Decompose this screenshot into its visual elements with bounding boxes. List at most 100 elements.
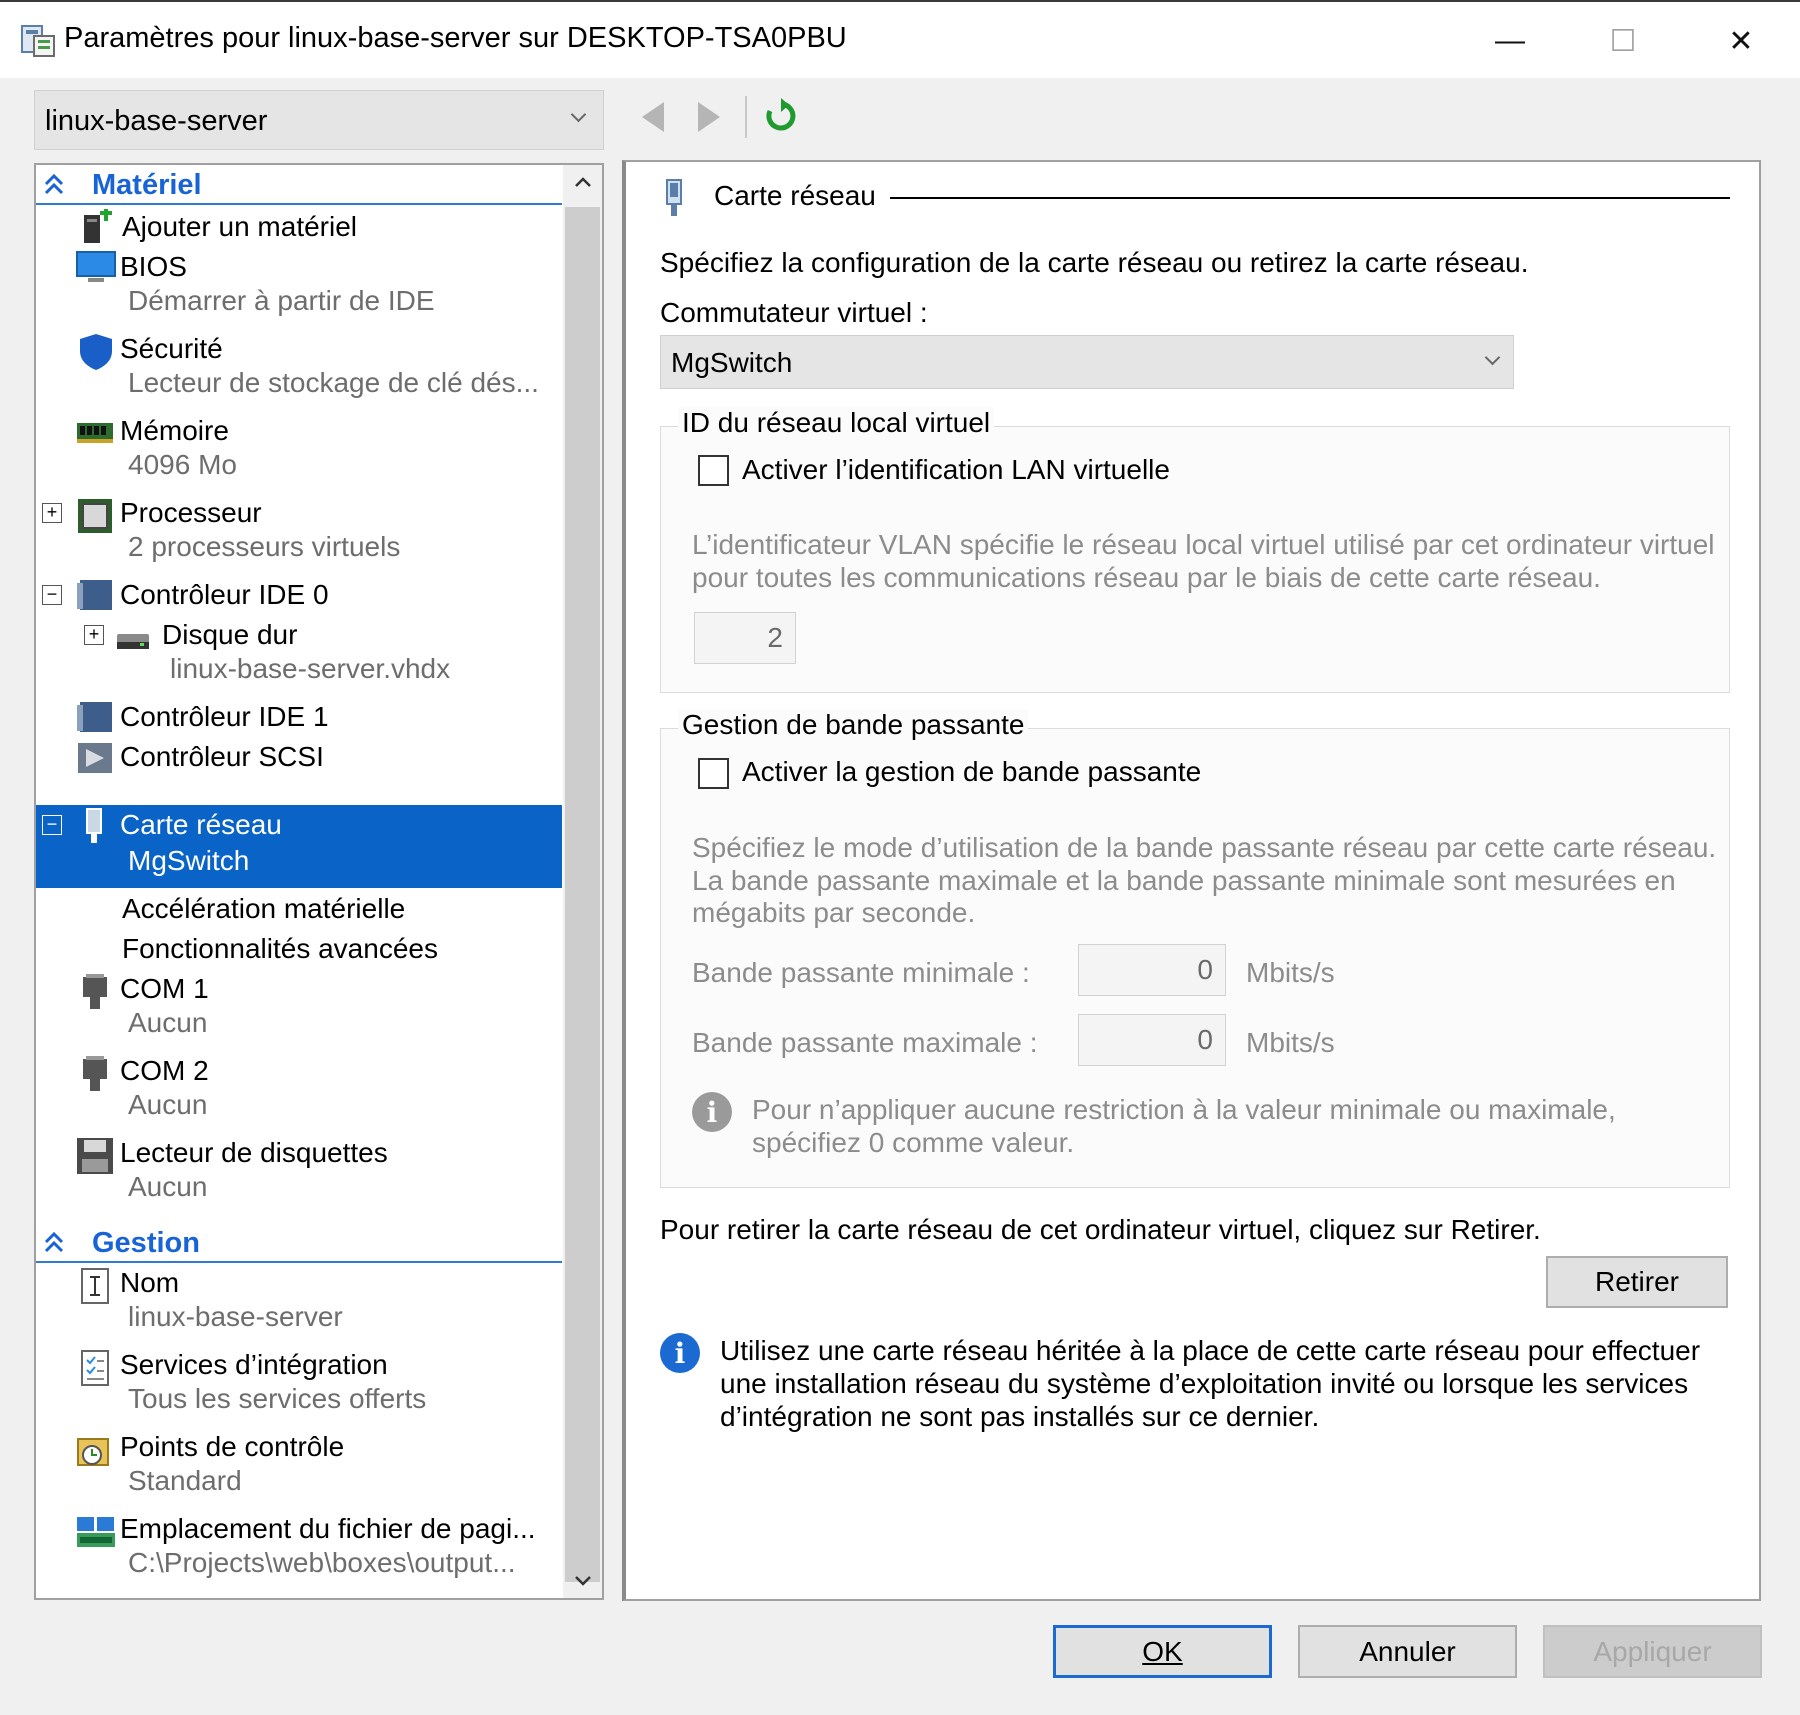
section-description: Spécifiez la configuration de la carte r… <box>660 247 1529 278</box>
settings-detail-panel: Carte réseau Spécifiez la configuration … <box>622 160 1761 1601</box>
vlan-enable-checkbox[interactable] <box>698 455 729 486</box>
tree-item-bios[interactable]: BIOS Démarrer à partir de IDE <box>36 249 562 329</box>
close-button[interactable]: ✕ <box>1686 2 1796 80</box>
vlan-help-line1: L’identificateur VLAN spécifie le réseau… <box>692 529 1715 560</box>
scroll-up-icon[interactable] <box>573 173 593 193</box>
tree-item-sublabel: C:\Projects\web\boxes\output... <box>128 1547 516 1578</box>
tree-item-integration-services[interactable]: Services d’intégration Tous les services… <box>36 1347 562 1427</box>
network-adapter-icon <box>662 178 686 218</box>
tree-item-network-adapter[interactable]: − Carte réseau MgSwitch <box>36 805 562 888</box>
ok-button[interactable]: OK <box>1053 1625 1272 1678</box>
tree-item-sublabel: 2 processeurs virtuels <box>128 531 401 562</box>
tree-item-memory[interactable]: Mémoire 4096 Mo <box>36 413 562 493</box>
window-title: Paramètres pour linux-base-server sur DE… <box>64 22 847 54</box>
cpu-icon <box>76 497 114 535</box>
tree-item-label: Services d’intégration <box>120 1349 388 1380</box>
tree-item-sublabel: Démarrer à partir de IDE <box>128 285 435 316</box>
forward-arrow-icon[interactable] <box>698 102 720 132</box>
floppy-disk-icon <box>76 1137 114 1175</box>
vlan-group-title: ID du réseau local virtuel <box>678 407 995 439</box>
vlan-enable-label[interactable]: Activer l’identification LAN virtuelle <box>742 454 1170 486</box>
virtual-switch-dropdown[interactable]: MgSwitch <box>660 335 1514 389</box>
bandwidth-enable-checkbox[interactable] <box>698 758 729 789</box>
refresh-icon[interactable] <box>763 98 799 134</box>
expand-icon[interactable]: + <box>42 503 62 523</box>
controller-icon <box>76 701 114 735</box>
tree-item-hard-disk[interactable]: + Disque dur linux-base-server.vhdx <box>36 617 562 697</box>
tree-item-label: Fonctionnalités avancées <box>122 933 438 964</box>
tree-item-security[interactable]: Sécurité Lecteur de stockage de clé dés.… <box>36 331 562 411</box>
paging-file-icon <box>76 1513 116 1551</box>
chevron-down-icon <box>1484 349 1501 366</box>
cancel-button[interactable]: Annuler <box>1298 1625 1517 1678</box>
tree-item-sublabel: Aucun <box>128 1089 208 1120</box>
tree-item-label: Ajouter un matériel <box>122 211 358 242</box>
chevron-down-icon <box>570 106 587 123</box>
tree-item-label: Disque dur <box>162 619 298 650</box>
tree-item-label: Contrôleur IDE 1 <box>120 701 329 732</box>
maximize-button[interactable]: ☐ <box>1568 2 1678 80</box>
bandwidth-help-line1: Spécifiez le mode d’utilisation de la ba… <box>692 832 1717 863</box>
tree-item-label: Emplacement du fichier de pagi... <box>120 1513 536 1544</box>
remove-instructions: Pour retirer la carte réseau de cet ordi… <box>660 1214 1541 1245</box>
controller-icon <box>76 579 114 613</box>
bandwidth-group-title: Gestion de bande passante <box>678 709 1029 741</box>
tree-item-sublabel: Lecteur de stockage de clé dés... <box>128 367 539 398</box>
hardware-header-label: Matériel <box>92 169 202 201</box>
legacy-info-line2: une installation réseau du système d’exp… <box>720 1368 1689 1399</box>
tree-item-label: Mémoire <box>120 415 229 446</box>
collapse-icon[interactable]: − <box>42 585 62 605</box>
collapse-section-icon[interactable] <box>42 171 66 199</box>
tree-item-label: Processeur <box>120 497 262 528</box>
tree-item-ide-controller-0[interactable]: − Contrôleur IDE 0 <box>36 577 562 617</box>
tree-item-ide-controller-1[interactable]: Contrôleur IDE 1 <box>36 699 562 739</box>
scroll-down-icon[interactable] <box>573 1570 593 1590</box>
collapse-section-icon[interactable] <box>42 1229 66 1257</box>
virtual-switch-value: MgSwitch <box>671 347 793 378</box>
tree-item-com2[interactable]: COM 2 Aucun <box>36 1053 562 1133</box>
vlan-id-input[interactable]: 2 <box>694 612 796 664</box>
tree-item-add-hardware[interactable]: Ajouter un matériel <box>36 209 562 249</box>
network-adapter-icon <box>82 807 106 845</box>
min-bandwidth-input[interactable]: 0 <box>1078 944 1226 996</box>
checklist-icon <box>80 1349 110 1387</box>
tree-item-name[interactable]: Nom linux-base-server <box>36 1265 562 1345</box>
tree-item-hardware-acceleration[interactable]: Accélération matérielle <box>36 891 562 931</box>
tree-item-label: Sécurité <box>120 333 223 364</box>
tree-item-scsi-controller[interactable]: Contrôleur SCSI <box>36 739 562 779</box>
back-arrow-icon[interactable] <box>642 102 664 132</box>
bandwidth-help-line2: La bande passante maximale et la bande p… <box>692 865 1676 896</box>
section-header-management[interactable]: Gestion <box>36 1225 562 1263</box>
minimize-button[interactable]: — <box>1455 2 1565 80</box>
tree-item-floppy-drive[interactable]: Lecteur de disquettes Aucun <box>36 1135 562 1215</box>
monitor-icon <box>76 251 116 285</box>
tree-item-paging-file-location[interactable]: Emplacement du fichier de pagi... C:\Pro… <box>36 1511 562 1591</box>
max-bandwidth-label: Bande passante maximale : <box>692 1027 1038 1058</box>
tree-scrollbar-thumb[interactable] <box>565 207 600 1582</box>
bandwidth-enable-label[interactable]: Activer la gestion de bande passante <box>742 756 1201 788</box>
collapse-icon[interactable]: − <box>42 815 62 835</box>
app-icon <box>20 22 56 58</box>
max-bandwidth-input[interactable]: 0 <box>1078 1014 1226 1066</box>
legacy-info-line3: d’intégration ne sont pas installés sur … <box>720 1401 1320 1432</box>
section-title-rule <box>890 197 1730 199</box>
tree-item-sublabel: Aucun <box>128 1007 208 1038</box>
expand-icon[interactable]: + <box>84 625 104 645</box>
scsi-controller-icon <box>76 741 114 775</box>
tree-item-label: Lecteur de disquettes <box>120 1137 388 1168</box>
legacy-info-line1: Utilisez une carte réseau héritée à la p… <box>720 1335 1701 1366</box>
tree-item-sublabel: linux-base-server.vhdx <box>170 653 451 684</box>
settings-tree: Matériel Ajouter un matériel BIOS Démarr… <box>34 163 604 1600</box>
tree-item-processor[interactable]: + Processeur 2 processeurs virtuels <box>36 495 562 575</box>
tree-item-advanced-features[interactable]: Fonctionnalités avancées <box>36 931 562 971</box>
toolbar-separator <box>745 96 747 138</box>
tree-item-checkpoints[interactable]: Points de contrôle Standard <box>36 1429 562 1509</box>
section-header-hardware[interactable]: Matériel <box>36 167 562 205</box>
tree-item-com1[interactable]: COM 1 Aucun <box>36 971 562 1051</box>
apply-button[interactable]: Appliquer <box>1543 1625 1762 1678</box>
remove-button[interactable]: Retirer <box>1546 1256 1728 1308</box>
checkpoint-icon <box>76 1431 114 1469</box>
tree-item-sublabel: linux-base-server <box>128 1301 343 1332</box>
vm-selector-dropdown[interactable]: linux-base-server <box>34 90 604 150</box>
serial-port-icon <box>80 1055 110 1093</box>
